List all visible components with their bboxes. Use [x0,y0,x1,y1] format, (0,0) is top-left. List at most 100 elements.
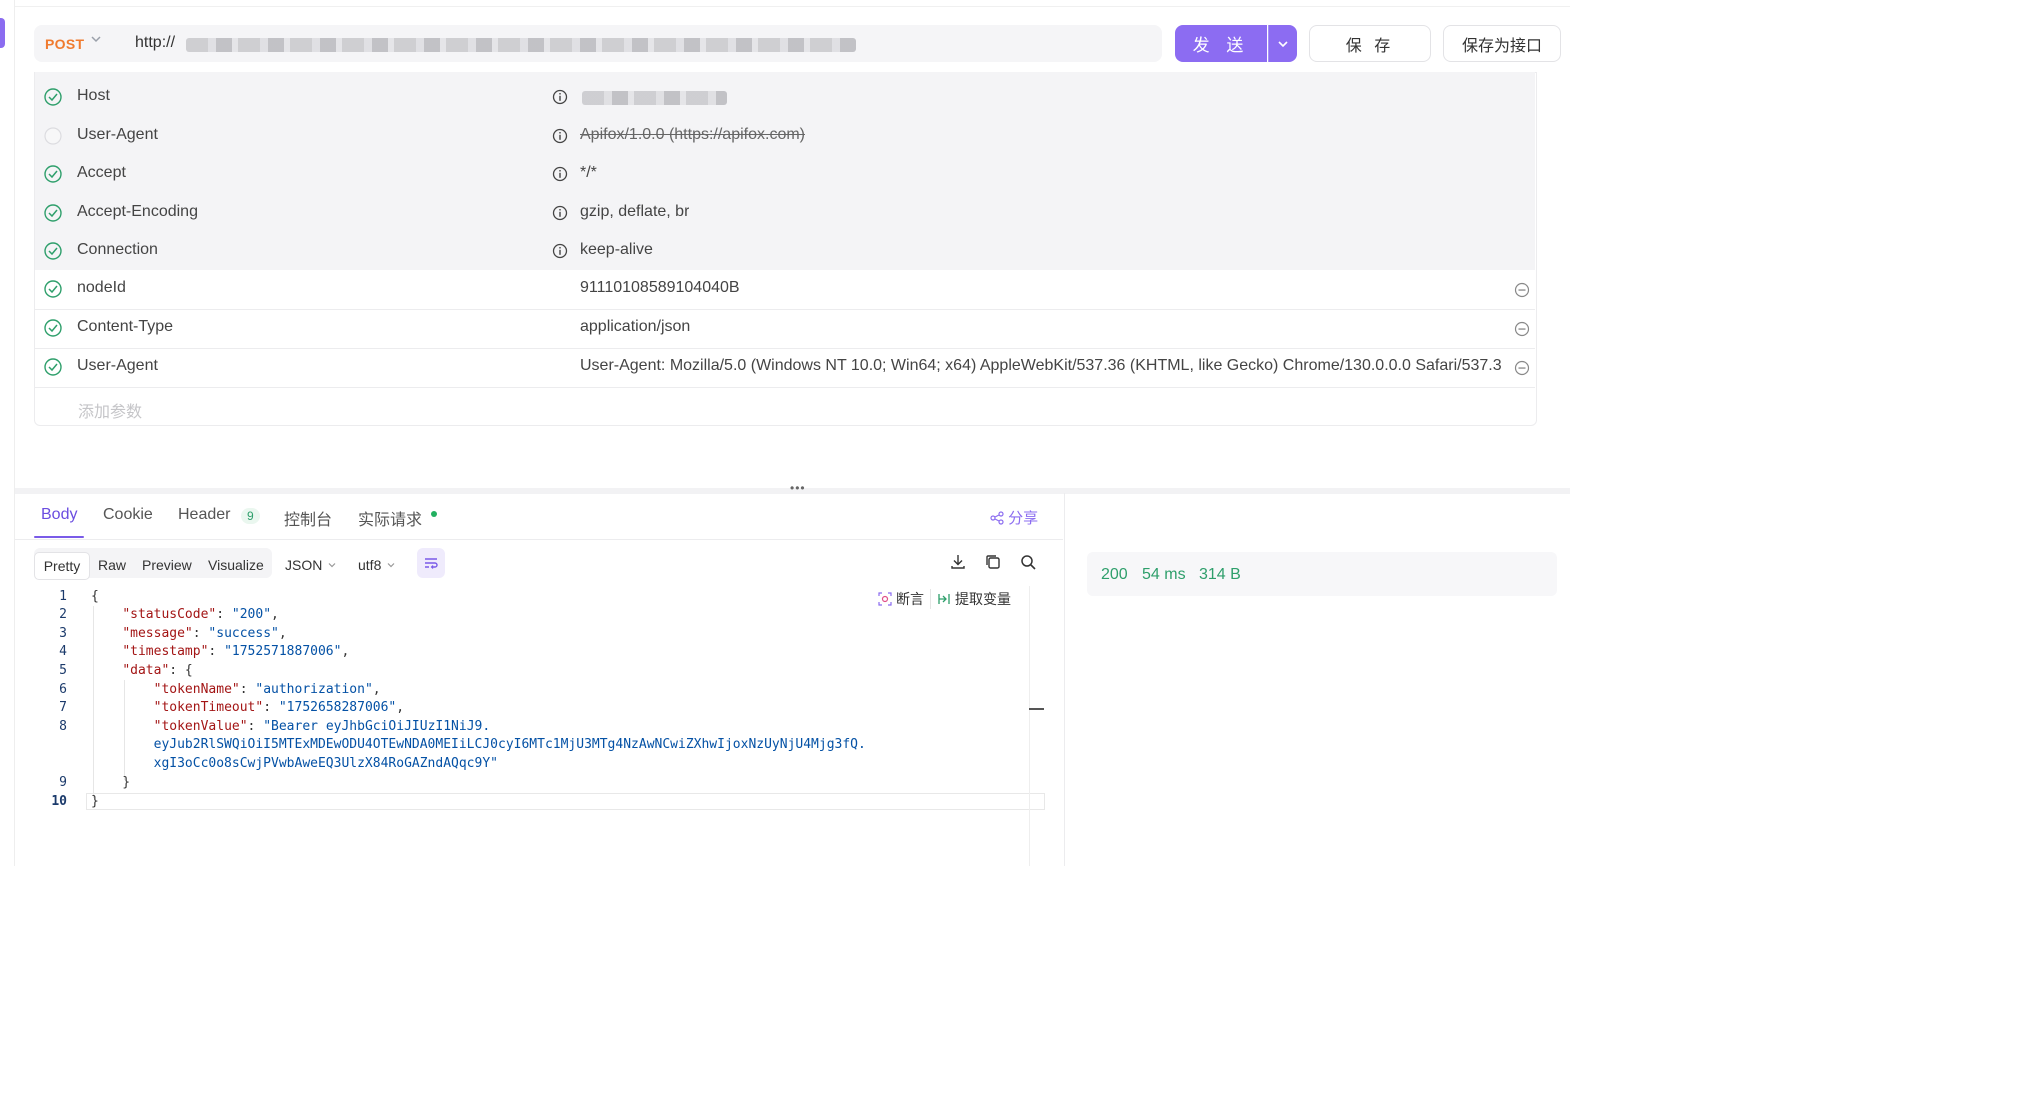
extract-variable-button[interactable]: 提取变量 [930,589,1017,609]
header-row: User-Agent Apifox/1.0.0 (https://apifox.… [35,118,1535,156]
encoding-select[interactable]: utf8 [358,552,396,578]
pane-divider [1064,493,1065,866]
code-line: } [91,794,99,809]
check-circle-icon[interactable] [44,358,62,376]
check-circle-icon[interactable] [44,319,62,337]
wrap-icon [425,558,438,569]
line-number: 8 [59,719,67,734]
check-circle-icon[interactable] [44,88,62,106]
tab-header[interactable]: Header [178,506,230,524]
view-raw[interactable]: Raw [98,552,126,578]
code-actions: 断言 提取变量 [872,588,1017,610]
editor-scrollbar[interactable] [1029,586,1030,866]
code-line: "data": { [122,663,193,678]
line-number: 6 [59,682,67,697]
header-value: keep-alive [580,241,653,258]
wrap-lines-button[interactable] [417,548,445,578]
send-button[interactable]: 发 送 [1175,25,1267,62]
code-line: } [91,775,131,790]
code-line: "message": "success", [122,626,287,641]
tab-console[interactable]: 控制台 [284,506,332,530]
view-visualize[interactable]: Visualize [208,552,264,578]
url-redacted [186,38,856,52]
info-icon[interactable] [552,89,568,105]
check-circle-icon[interactable] [44,242,62,260]
line-number: 7 [59,700,67,715]
code-line: "timestamp": "1752571887006", [122,644,350,659]
code-line-wrap: eyJub2RlSWQiOiI5MTExMDEwODU4OTEwNDA0MEIi… [91,737,866,752]
code-line: "tokenName": "authorization", [153,682,381,697]
header-value: */* [580,164,597,181]
header-row: User-Agent User-Agent: Mozilla/5.0 (Wind… [35,349,1535,388]
host-redacted [582,91,727,105]
unchecked-circle-icon[interactable] [44,127,62,145]
current-line-highlight [86,793,1045,810]
code-line: { [91,589,99,604]
header-key: Host [77,87,110,104]
download-icon[interactable] [949,553,967,571]
info-icon[interactable] [552,128,568,144]
remove-circle-icon[interactable] [1514,360,1530,376]
method-select[interactable]: POST [45,36,84,52]
active-tab-indicator [34,536,84,538]
tab-body[interactable]: Body [41,506,77,524]
add-param-input[interactable]: 添加参数 [78,398,142,422]
code-line: "statusCode": "200", [122,607,279,622]
header-key: Connection [77,241,158,258]
check-circle-icon[interactable] [44,165,62,183]
remove-circle-icon[interactable] [1514,321,1530,337]
header-row: nodeId 91110108589104040B [35,271,1535,310]
drag-handle-icon[interactable]: ••• [790,481,806,495]
info-icon[interactable] [552,243,568,259]
send-options-button[interactable] [1268,25,1297,62]
assert-label: 断言 [896,591,924,607]
assert-button[interactable]: 断言 [872,589,930,609]
tabs-divider [15,539,1063,540]
chevron-down-icon[interactable] [90,33,102,48]
line-number: 10 [51,794,67,809]
format-select[interactable]: JSON [285,552,337,578]
assert-icon [878,592,892,606]
encoding-value: utf8 [358,557,382,573]
header-count-badge: 9 [241,508,260,524]
sidebar-active-tab[interactable] [0,18,5,48]
header-row: Host [35,79,1535,117]
extract-icon [938,594,950,604]
share-icon [990,511,1004,525]
header-key[interactable]: nodeId [77,279,126,297]
header-row: Connection keep-alive [35,233,1535,271]
url-input[interactable]: http:// [135,34,175,52]
format-value: JSON [285,557,323,573]
line-number: 2 [59,607,67,622]
response-size: 314 B [1199,566,1241,583]
tab-actual-request[interactable]: 实际请求 [358,506,422,530]
header-value[interactable]: application/json [580,318,690,336]
check-circle-icon[interactable] [44,204,62,222]
header-key: User-Agent [77,126,158,143]
header-value[interactable]: 91110108589104040B [580,279,740,297]
save-as-api-button[interactable]: 保存为接口 [1443,25,1561,62]
view-preview[interactable]: Preview [142,552,192,578]
view-pretty[interactable]: Pretty [34,552,90,580]
header-key: Accept-Encoding [77,203,198,220]
tab-cookie[interactable]: Cookie [103,506,153,524]
header-key[interactable]: User-Agent [77,357,158,375]
info-icon[interactable] [552,205,568,221]
chevron-down-icon [328,563,336,568]
header-row: Accept-Encoding gzip, deflate, br [35,195,1535,233]
line-number: 1 [59,589,67,604]
check-circle-icon[interactable] [44,280,62,298]
share-button[interactable]: 分享 [990,507,1038,528]
info-icon[interactable] [552,166,568,182]
header-row: Content-Type application/json [35,310,1535,349]
header-key[interactable]: Content-Type [77,318,173,336]
copy-icon[interactable] [984,553,1002,571]
search-icon[interactable] [1019,553,1037,571]
header-value[interactable]: User-Agent: Mozilla/5.0 (Windows NT 10.0… [580,357,1502,375]
header-value: gzip, deflate, br [580,203,690,220]
save-button[interactable]: 保 存 [1309,25,1431,62]
left-sidebar [0,0,15,866]
remove-circle-icon[interactable] [1514,282,1530,298]
chevron-down-icon [1278,40,1288,47]
header-key: Accept [77,164,126,181]
